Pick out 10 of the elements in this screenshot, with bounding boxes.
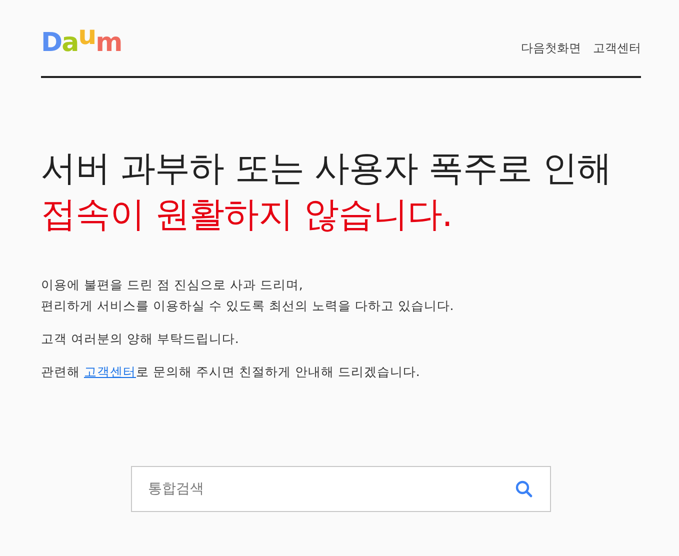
contact-sentence: 관련해 고객센터 로 문의해 주시면 친절하게 안내해 드리겠습니다. bbox=[41, 363, 421, 381]
search-field[interactable]: 통합검색 bbox=[131, 466, 551, 512]
headline: 서버 과부하 또는 사용자 폭주로 인해 bbox=[41, 148, 613, 191]
nav-link[interactable]: 다음첫화면 bbox=[521, 40, 581, 57]
headline-highlight: 접속이 원활하지 않습니다. bbox=[41, 194, 454, 237]
nav-link[interactable]: 고객센터 bbox=[593, 40, 641, 57]
message-paragraph: 이용에 불편을 드린 점 진심으로 사과 드리며, 편리하게 서비스를 이용하실 수 있도록 최선의 노력을 다하고 있습니다. bbox=[41, 276, 455, 315]
search-icon[interactable] bbox=[515, 480, 533, 498]
message-paragraph: 고객 여러분의 양해 부탁드립니다. bbox=[41, 330, 240, 348]
support-link[interactable]: 고객센터 bbox=[84, 364, 136, 379]
